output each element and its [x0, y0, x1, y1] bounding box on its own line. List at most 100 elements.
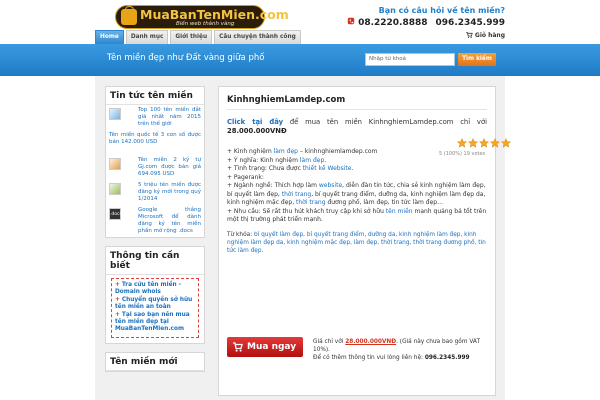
hotline: Bạn có câu hỏi về tên miền? 08.2220.8888…: [347, 6, 505, 28]
info-list: + Tra cứu tên miền - Domain whois + Chuy…: [111, 278, 199, 338]
news-thumbnail: [109, 108, 121, 120]
domain-title: KinhnghiemLamdep.com: [227, 95, 346, 105]
hotline-phones: 08.2220.8888 096.2345.999: [347, 17, 505, 28]
site-header: MuaBanTenMien.com Biến web thành vàng Bạ…: [95, 0, 505, 34]
keyword-tags: Từ khóa: bí quyết làm đẹp, bí quyết tran…: [227, 231, 487, 255]
news-link[interactable]: Google thắng Microsoft để dành đăng ký t…: [138, 207, 201, 235]
desc-text: + Kinh nghiệm: [227, 148, 274, 155]
new-domains-title: Tên miền mới: [106, 353, 204, 371]
contact-line: Để có thêm thông tin vui lòng liên hệ: 0…: [313, 354, 489, 362]
news-thumbnail: .docs: [109, 208, 122, 220]
info-link-whois[interactable]: Tra cứu tên miền - Domain whois: [115, 282, 181, 295]
info-link-why-buy[interactable]: Tại sao bạn nên mua tên miền đẹp tại Mua…: [115, 312, 190, 332]
cart-label: Giỏ hàng: [474, 32, 505, 39]
news-title: Tin tức tên miền: [106, 87, 204, 105]
info-item: + Tại sao bạn nên mua tên miền đẹp tại M…: [115, 312, 195, 333]
buy-info: Giá chỉ với 28.000.000VNĐ. (Giá này chưa…: [313, 338, 489, 362]
keyword-link[interactable]: làm đẹp: [274, 148, 298, 155]
star-icon[interactable]: [457, 138, 467, 148]
news-thumbnail: [109, 158, 121, 170]
news-link[interactable]: 5 triệu tên miền được đăng ký mới trong …: [138, 182, 201, 203]
cart-link[interactable]: Giỏ hàng: [466, 32, 505, 39]
keyword-link[interactable]: tên miền: [386, 208, 413, 215]
desc-text: – kinhnghiemlamdep.com: [297, 148, 378, 155]
keyword-link[interactable]: thiết kế Website: [303, 165, 352, 172]
desc-text: đương phố, làm đẹp, tin tức làm đẹp…: [325, 199, 444, 206]
info-item: + Chuyển quyền sở hữu tên miền an toàn: [115, 297, 195, 311]
price-line: Giá chỉ với 28.000.000VNĐ. (Giá này chưa…: [313, 338, 489, 354]
hotline-question: Bạn có câu hỏi về tên miền?: [378, 6, 505, 15]
logo-tagline: Biến web thành vàng: [176, 21, 235, 27]
keyword-link[interactable]: làm đẹp: [300, 157, 324, 164]
desc-line: + Tình trạng: Chưa được thiết kế Website…: [227, 165, 487, 174]
keyword-link[interactable]: thời trang: [296, 199, 326, 206]
domain-description: + Kinh nghiệm làm đẹp – kinhnghiemlamdep…: [227, 148, 487, 225]
star-icon[interactable]: [490, 138, 500, 148]
keyword-link[interactable]: thời trang: [282, 191, 312, 198]
keyword-link[interactable]: website: [319, 182, 342, 189]
buy-price: 28.000.000VNĐ: [345, 339, 397, 345]
plus-icon: +: [115, 297, 122, 303]
news-link[interactable]: Tên miền 2 ký tự Gj.com được bán giá 694…: [138, 157, 201, 178]
desc-text: .: [351, 165, 354, 172]
new-domains-box: Tên miền mới: [105, 352, 205, 372]
buy-now-label: Mua ngay: [247, 342, 297, 352]
tag-links[interactable]: bí quyết làm đẹp, bí quyết trang điểm, d…: [227, 232, 486, 254]
main-nav: Home Danh mục Giới thiệu Câu chuyện thàn…: [95, 30, 505, 44]
cart-icon: [233, 342, 243, 352]
desc-line: + Nhu cầu: Sẽ rất thu hút khách truy cập…: [227, 208, 487, 225]
search-button[interactable]: Tìm kiếm: [458, 53, 496, 66]
phone-number-1[interactable]: 08.2220.8888: [358, 18, 427, 28]
cart-icon: [466, 32, 473, 38]
desc-text: + Tình trạng: Chưa được: [227, 165, 303, 172]
slogan: Tên miền đẹp như Đất vàng giữa phố: [107, 53, 265, 63]
buy-now-button[interactable]: Mua ngay: [227, 337, 303, 357]
news-item[interactable]: Tên miền 2 ký tự Gj.com được bán giá 694…: [106, 155, 204, 180]
info-item: + Tra cứu tên miền - Domain whois: [115, 282, 195, 296]
tab-success-stories[interactable]: Câu chuyện thành công: [214, 30, 301, 44]
logo-text: MuaBanTenMien.com: [140, 7, 289, 22]
desc-text: + Nhu cầu: Sẽ rất thu hút khách truy cập…: [227, 207, 386, 215]
site-logo[interactable]: MuaBanTenMien.com Biến web thành vàng: [115, 5, 289, 29]
shopping-bag-icon: [121, 6, 137, 25]
news-thumbnail: [109, 183, 121, 195]
news-item[interactable]: Top 100 tên miền đắt giá nhất năm 2015 t…: [106, 105, 204, 130]
news-item[interactable]: .docs Google thắng Microsoft để dành đăn…: [106, 205, 204, 237]
tab-categories[interactable]: Danh mục: [125, 30, 169, 44]
offer-text: Click tại đây để mua tên miền Kinhnghiem…: [227, 118, 487, 136]
offer-price: 28.000.000VNĐ: [227, 127, 287, 135]
phone-icon: [347, 17, 355, 25]
rating-stars[interactable]: [456, 138, 511, 150]
news-box: Tin tức tên miền Top 100 tên miền đắt gi…: [105, 86, 205, 238]
desc-text: + Ý nghĩa: Kinh nghiệm: [227, 156, 300, 164]
contact-text: Để có thêm thông tin vui lòng liên hệ:: [313, 355, 425, 361]
click-here-link[interactable]: Click tại đây: [227, 118, 283, 126]
info-box: Thông tin cần biết + Tra cứu tên miền - …: [105, 246, 205, 344]
desc-line: + Ngành nghề: Thích hợp làm website, diễ…: [227, 182, 487, 208]
offer-sentence: để mua tên miền KinhnghiemLamdep.com chỉ…: [283, 118, 487, 126]
news-link[interactable]: Top 100 tên miền đắt giá nhất năm 2015 t…: [138, 107, 201, 128]
divider: [227, 109, 487, 110]
news-item[interactable]: Tên miền quốc tế 3 con số được bán 142.0…: [106, 130, 204, 155]
contact-phone[interactable]: 096.2345.999: [425, 355, 470, 361]
desc-text: .: [324, 156, 327, 164]
tags-label: Từ khóa:: [227, 231, 254, 238]
search-input[interactable]: Nhập từ khoá: [365, 53, 455, 66]
star-icon[interactable]: [479, 138, 489, 148]
plus-icon: +: [115, 282, 122, 288]
star-icon[interactable]: [468, 138, 478, 148]
phone-number-2[interactable]: 096.2345.999: [436, 18, 505, 28]
tab-about[interactable]: Giới thiệu: [170, 30, 213, 44]
price-text: Giá chỉ với: [313, 339, 346, 345]
desc-line: + Pagerank:: [227, 173, 264, 181]
rating-text: 5 (100%) 19 votes: [439, 151, 486, 157]
tab-home[interactable]: Home: [95, 30, 124, 44]
star-icon[interactable]: [501, 138, 511, 148]
banner: Tên miền đẹp như Đất vàng giữa phố Nhập …: [0, 44, 600, 76]
news-link[interactable]: Tên miền quốc tế 3 con số được bán 142.0…: [109, 132, 201, 146]
info-title: Thông tin cần biết: [106, 247, 204, 275]
info-link-transfer[interactable]: Chuyển quyền sở hữu tên miền an toàn: [115, 297, 192, 310]
news-item[interactable]: 5 triệu tên miền được đăng ký mới trong …: [106, 180, 204, 205]
buy-row: Mua ngay Giá chỉ với 28.000.000VNĐ. (Giá…: [227, 337, 489, 361]
plus-icon: +: [115, 312, 122, 318]
